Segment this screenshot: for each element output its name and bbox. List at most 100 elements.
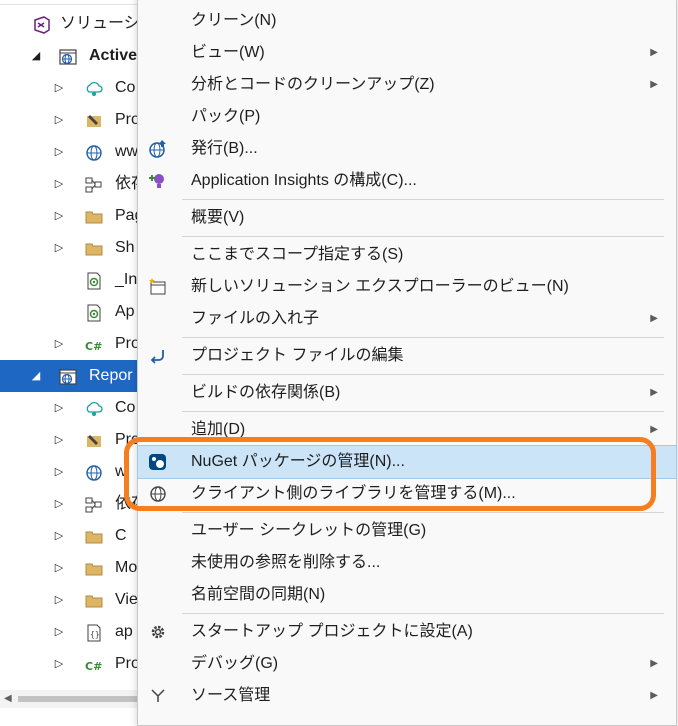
menu-item-23[interactable]: 名前空間の同期(N) bbox=[138, 579, 676, 611]
tree-row[interactable]: ▷ ww bbox=[0, 136, 160, 168]
menu-item-7[interactable]: 概要(V) bbox=[138, 202, 676, 234]
menu-item-9[interactable]: ここまでスコープ指定する(S) bbox=[138, 239, 676, 271]
explorer-top-border bbox=[0, 0, 160, 5]
tree-row[interactable]: ▷ 依存 bbox=[0, 488, 160, 520]
tree-row[interactable]: ▷ Co bbox=[0, 392, 160, 424]
tree-row[interactable]: ▷ C bbox=[0, 520, 160, 552]
menu-item-label: 未使用の参照を削除する... bbox=[191, 554, 381, 571]
menu-separator bbox=[182, 337, 664, 338]
menu-item-3[interactable]: パック(P) bbox=[138, 101, 676, 133]
menu-item-label: Application Insights の構成(C)... bbox=[191, 172, 417, 189]
menu-item-label: ビュー(W) bbox=[191, 44, 265, 61]
tree-row[interactable]: ▷ {} ap bbox=[0, 616, 160, 648]
collapsed-arrow-icon[interactable]: ▷ bbox=[53, 232, 65, 264]
tree-row[interactable]: ▷ Vie bbox=[0, 584, 160, 616]
collapsed-arrow-icon[interactable]: ▷ bbox=[53, 424, 65, 456]
menu-item-label: 新しいソリューション エクスプローラーのビュー(N) bbox=[191, 278, 569, 295]
menu-item-4[interactable]: 発行(B)... bbox=[138, 133, 676, 165]
menu-item-17[interactable]: 追加(D) ▶ bbox=[138, 414, 676, 446]
menu-item-1[interactable]: ビュー(W) ▶ bbox=[138, 37, 676, 69]
menu-separator bbox=[182, 374, 664, 375]
menu-item-5[interactable]: Application Insights の構成(C)... bbox=[138, 165, 676, 197]
tree-row-label: Active bbox=[89, 47, 138, 64]
tree-row-label: Repor bbox=[89, 367, 133, 384]
menu-item-27[interactable]: ソース管理 ▶ bbox=[138, 680, 676, 712]
tree-row[interactable]: ▷ Pro bbox=[0, 424, 160, 456]
tree-row-label: Mo bbox=[115, 559, 138, 576]
expanded-arrow-icon[interactable]: ◢ bbox=[30, 40, 42, 72]
collapsed-arrow-icon[interactable]: ▷ bbox=[53, 136, 65, 168]
razor-file-icon bbox=[84, 303, 102, 322]
menu-item-label: パック(P) bbox=[191, 108, 261, 125]
tree-row-label: Co bbox=[115, 79, 136, 96]
collapsed-arrow-icon[interactable]: ▷ bbox=[53, 616, 65, 648]
menu-item-22[interactable]: 未使用の参照を削除する... bbox=[138, 547, 676, 579]
collapsed-arrow-icon[interactable]: ▷ bbox=[53, 520, 65, 552]
horizontal-scrollbar[interactable]: ◀ bbox=[0, 690, 160, 708]
collapsed-arrow-icon[interactable]: ▷ bbox=[53, 168, 65, 200]
menu-item-21[interactable]: ユーザー シークレットの管理(G) bbox=[138, 515, 676, 547]
tree-row[interactable]: ▷ 依存 bbox=[0, 168, 160, 200]
menu-item-0[interactable]: クリーン(N) bbox=[138, 5, 676, 37]
tree-row[interactable]: ▷ w bbox=[0, 456, 160, 488]
folder-icon bbox=[84, 207, 103, 225]
menu-separator bbox=[182, 199, 664, 200]
tree-row-label: ww bbox=[115, 143, 139, 160]
collapsed-arrow-icon[interactable]: ▷ bbox=[53, 648, 65, 680]
collapsed-arrow-icon[interactable]: ▷ bbox=[53, 200, 65, 232]
menu-item-26[interactable]: デバッグ(G) ▶ bbox=[138, 648, 676, 680]
collapsed-arrow-icon[interactable]: ▷ bbox=[53, 104, 65, 136]
collapsed-arrow-icon[interactable]: ▷ bbox=[53, 488, 65, 520]
scroll-left-icon[interactable]: ◀ bbox=[4, 693, 12, 704]
collapsed-arrow-icon[interactable]: ▷ bbox=[53, 456, 65, 488]
tree-row[interactable]: ▷ Sh bbox=[0, 232, 160, 264]
submenu-arrow-icon: ▶ bbox=[650, 424, 658, 435]
menu-item-label: 概要(V) bbox=[191, 209, 245, 226]
tree-row[interactable]: ▷ Mo bbox=[0, 552, 160, 584]
collapsed-arrow-icon[interactable]: ▷ bbox=[53, 72, 65, 104]
tree-row[interactable]: _In bbox=[0, 264, 160, 296]
tree-row[interactable]: ▷ C# Pro bbox=[0, 648, 160, 680]
menu-item-2[interactable]: 分析とコードのクリーンアップ(Z) ▶ bbox=[138, 69, 676, 101]
menu-item-15[interactable]: ビルドの依存関係(B) ▶ bbox=[138, 377, 676, 409]
tree-row[interactable]: ソリューショ bbox=[0, 8, 160, 40]
connected-services-icon bbox=[84, 79, 103, 97]
csharp-file-icon: C# bbox=[84, 655, 102, 673]
menu-item-label: ユーザー シークレットの管理(G) bbox=[191, 522, 427, 539]
menu-item-13[interactable]: プロジェクト ファイルの編集 bbox=[138, 340, 676, 372]
collapsed-arrow-icon[interactable]: ▷ bbox=[53, 392, 65, 424]
tree-row[interactable]: Ap bbox=[0, 296, 160, 328]
collapsed-arrow-icon[interactable]: ▷ bbox=[53, 584, 65, 616]
folder-icon bbox=[84, 559, 103, 577]
menu-separator bbox=[182, 411, 664, 412]
collapsed-arrow-icon[interactable]: ▷ bbox=[53, 328, 65, 360]
submenu-arrow-icon: ▶ bbox=[650, 690, 658, 701]
new-explorer-view-icon bbox=[148, 277, 168, 297]
menu-item-manage-nuget[interactable]: NuGet パッケージの管理(N)... bbox=[137, 445, 677, 479]
menu-separator bbox=[182, 512, 664, 513]
wrench-icon bbox=[84, 111, 102, 129]
collapsed-arrow-icon[interactable]: ▷ bbox=[53, 552, 65, 584]
tree-row[interactable]: ◢ Repor bbox=[0, 360, 160, 392]
tree-row[interactable]: ◢ Active bbox=[0, 40, 160, 72]
menu-item-11[interactable]: ファイルの入れ子 ▶ bbox=[138, 303, 676, 335]
tree-row-label: w bbox=[115, 463, 127, 480]
menu-item-label: ここまでスコープ指定する(S) bbox=[191, 246, 404, 263]
tree-row[interactable]: ▷ Co bbox=[0, 72, 160, 104]
menu-item-label: クライアント側のライブラリを管理する(M)... bbox=[191, 485, 516, 502]
expanded-arrow-icon[interactable]: ◢ bbox=[30, 360, 42, 392]
tree-row[interactable]: ▷ Pro bbox=[0, 104, 160, 136]
menu-separator bbox=[182, 613, 664, 614]
source-control-icon bbox=[148, 686, 168, 706]
tree-row[interactable]: ▷ Pag bbox=[0, 200, 160, 232]
tree-row[interactable]: ▷ C# Pro bbox=[0, 328, 160, 360]
folder-icon bbox=[84, 239, 103, 257]
menu-item-label: 発行(B)... bbox=[191, 140, 258, 157]
svg-text:C#: C# bbox=[85, 340, 102, 353]
menu-item-19[interactable]: クライアント側のライブラリを管理する(M)... bbox=[138, 478, 676, 510]
menu-item-label: プロジェクト ファイルの編集 bbox=[191, 347, 404, 364]
scroll-thumb[interactable] bbox=[18, 696, 138, 702]
menu-item-25[interactable]: スタートアップ プロジェクトに設定(A) bbox=[138, 616, 676, 648]
application-insights-icon bbox=[148, 171, 168, 191]
menu-item-10[interactable]: 新しいソリューション エクスプローラーのビュー(N) bbox=[138, 271, 676, 303]
